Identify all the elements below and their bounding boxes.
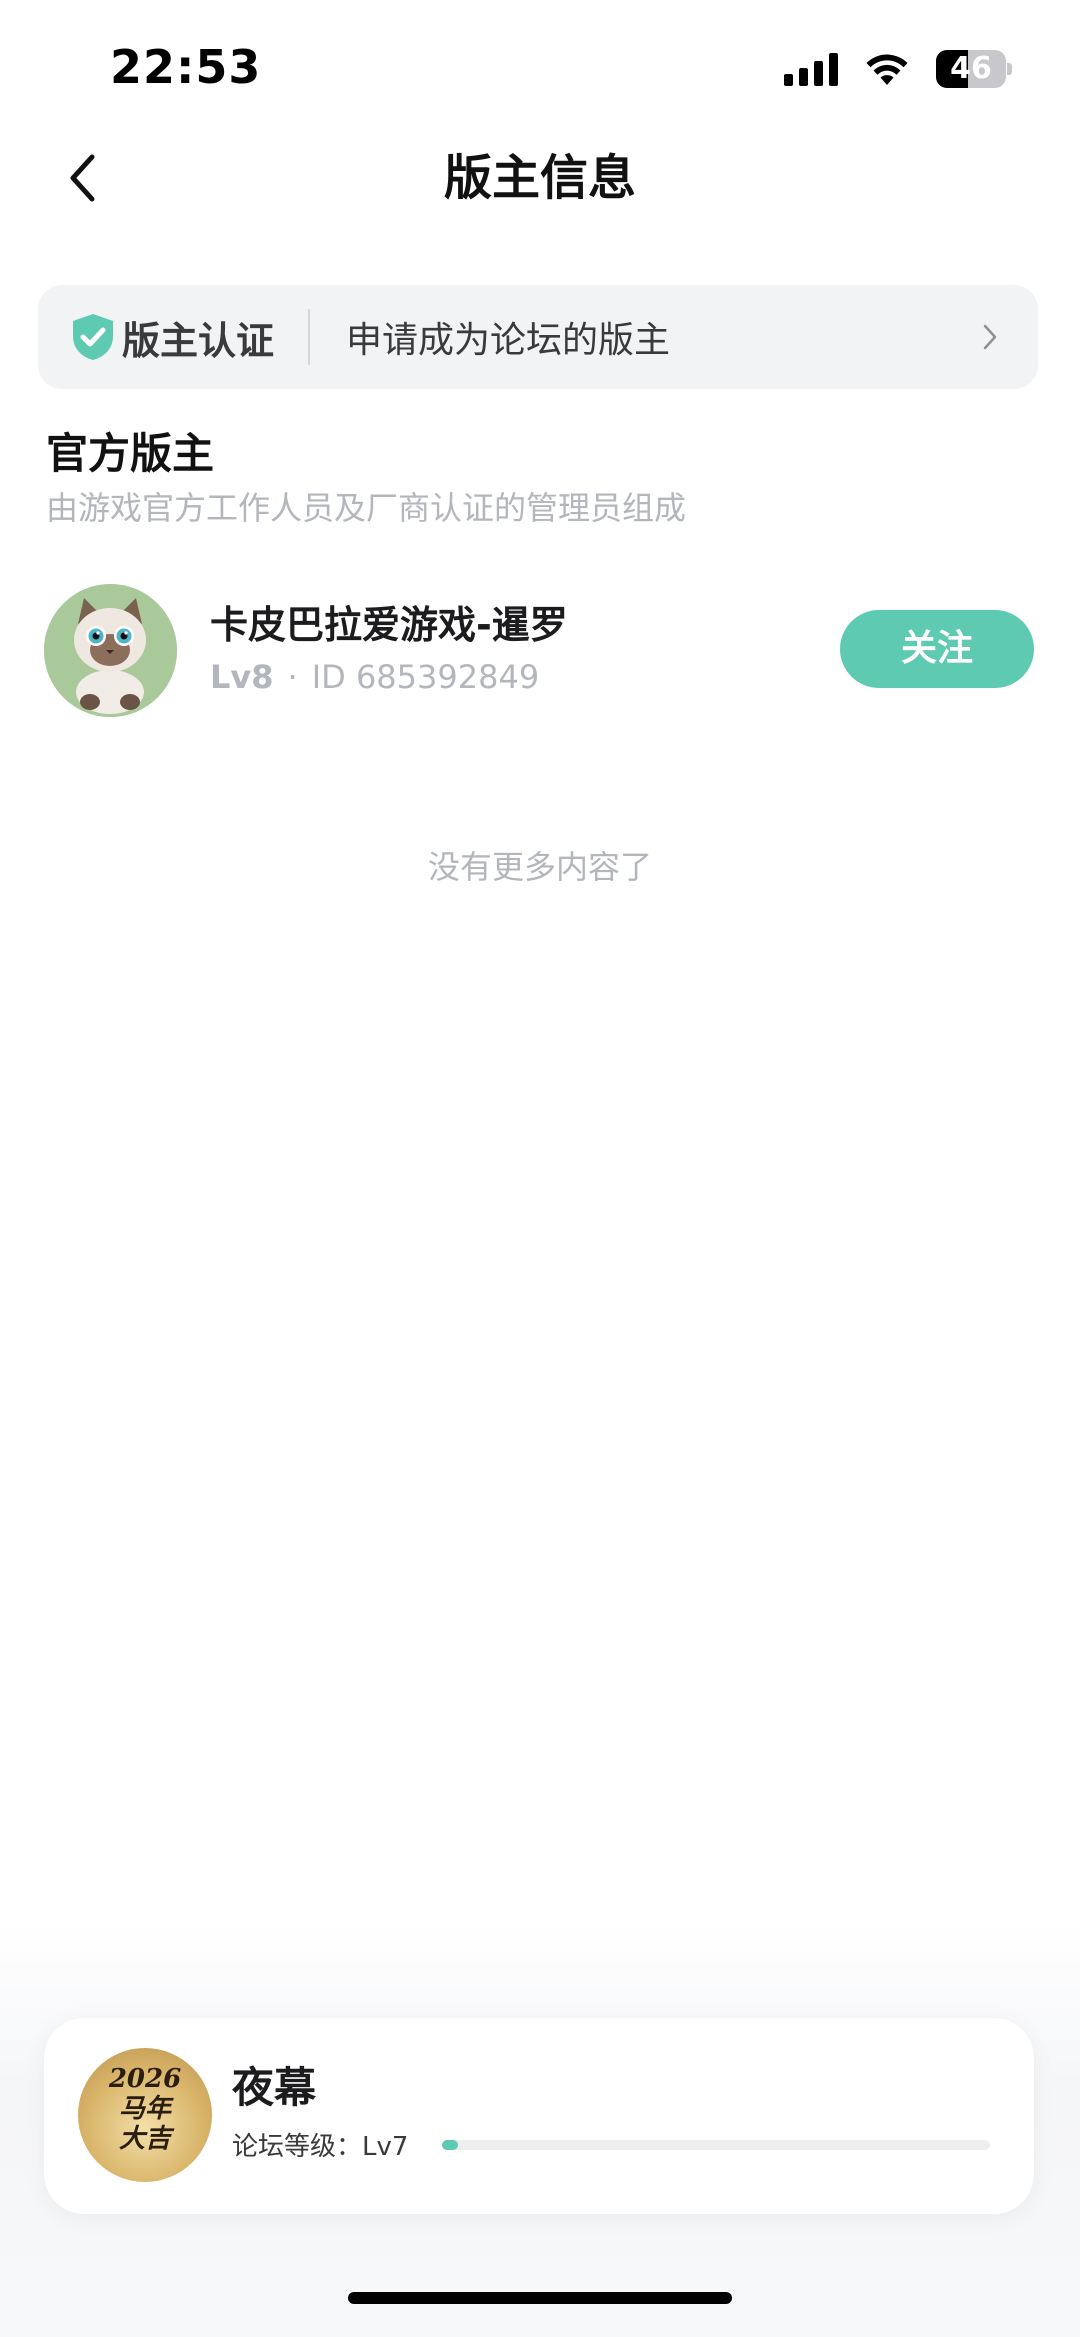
signal-icon — [784, 52, 838, 86]
moderator-certification-banner[interactable]: 版主认证 申请成为论坛的版主 — [38, 285, 1038, 389]
home-indicator[interactable] — [348, 2292, 732, 2304]
battery-icon: 46 — [936, 50, 1012, 88]
moderator-level: Lv8 — [210, 658, 274, 696]
moderator-meta: Lv8 · ID 685392849 — [210, 658, 539, 696]
page-title: 版主信息 — [443, 150, 636, 206]
moderator-list-item[interactable]: 卡皮巴拉爱游戏-暹罗 Lv8 · ID 685392849 关注 — [44, 580, 1036, 720]
cert-label: 版主认证 — [122, 318, 275, 363]
section-subtitle: 由游戏官方工作人员及厂商认证的管理员组成 — [46, 489, 687, 527]
moderator-name: 卡皮巴拉爱游戏-暹罗 — [210, 603, 568, 647]
status-time: 22:53 — [110, 40, 262, 94]
nav-bar: 版主信息 — [0, 130, 1080, 225]
user-avatar[interactable]: 2026 马年 大吉 — [78, 2048, 212, 2182]
forum-level-label: 论坛等级：Lv7 — [232, 2132, 409, 2162]
meta-separator: · — [287, 658, 298, 696]
list-end-text: 没有更多内容了 — [427, 848, 652, 886]
cert-divider — [308, 309, 311, 365]
status-bar: 22:53 46 — [0, 0, 1080, 130]
current-user-card[interactable]: 2026 马年 大吉 夜幕 论坛等级：Lv7 — [44, 2018, 1034, 2214]
level-progress-bar — [442, 2140, 990, 2150]
level-progress-fill — [442, 2140, 459, 2150]
chevron-right-icon — [983, 324, 997, 350]
status-icons: 46 — [784, 50, 1012, 88]
user-name: 夜幕 — [232, 2063, 317, 2112]
avatar-lettering: 2026 马年 大吉 — [108, 2064, 182, 2154]
follow-button[interactable]: 关注 — [840, 610, 1034, 688]
shield-check-icon — [73, 314, 113, 360]
battery-percentage: 46 — [950, 51, 992, 86]
moderator-avatar[interactable] — [44, 584, 177, 717]
wifi-icon — [864, 52, 910, 86]
section-title: 官方版主 — [46, 429, 215, 478]
cert-description: 申请成为论坛的版主 — [346, 320, 671, 361]
moderator-id: ID 685392849 — [311, 658, 540, 696]
